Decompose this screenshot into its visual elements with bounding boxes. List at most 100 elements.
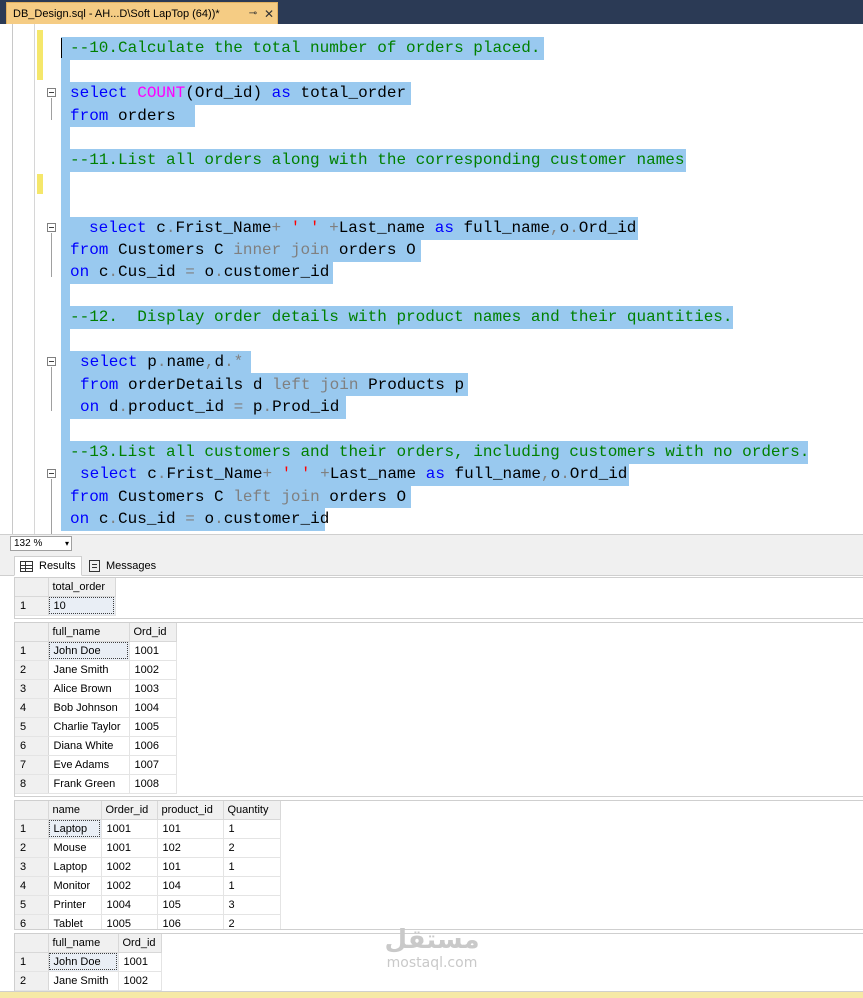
grid-cell[interactable]: 1003: [129, 679, 177, 699]
grid-cell[interactable]: 1001: [101, 838, 158, 858]
grid-cell[interactable]: John Doe: [48, 952, 119, 972]
grid-cell[interactable]: 1002: [101, 857, 158, 877]
table-row[interactable]: 2 Jane Smith 1002: [15, 971, 162, 991]
column-header[interactable]: name: [48, 801, 102, 820]
grid-cell[interactable]: 1005: [129, 717, 177, 737]
table-row[interactable]: 7 Eve Adams 1007: [15, 755, 177, 775]
grid-cell[interactable]: Alice Brown: [48, 679, 130, 699]
row-number-header[interactable]: [15, 623, 49, 642]
row-number[interactable]: 3: [15, 679, 49, 699]
grid-cell[interactable]: 1: [223, 819, 281, 839]
document-tab[interactable]: DB_Design.sql - AH...D\Soft LapTop (64))…: [6, 2, 278, 24]
grid-cell[interactable]: 102: [157, 838, 224, 858]
grid-cell[interactable]: Charlie Taylor: [48, 717, 130, 737]
tab-messages[interactable]: Messages: [84, 556, 162, 576]
collapse-icon[interactable]: [47, 223, 56, 232]
row-number[interactable]: 1: [15, 596, 49, 616]
grid-cell[interactable]: 1004: [101, 895, 158, 915]
result-grid-2[interactable]: full_name Ord_id 1 John Doe 1001 2 Jane Smith 1…: [14, 622, 863, 797]
grid-cell[interactable]: Bob Johnson: [48, 698, 130, 718]
row-number[interactable]: 4: [15, 876, 49, 896]
grid-cell[interactable]: Frank Green: [48, 774, 130, 794]
grid-cell[interactable]: 1001: [118, 952, 162, 972]
grid-cell[interactable]: Diana White: [48, 736, 130, 756]
grid-cell[interactable]: Laptop: [48, 857, 102, 877]
column-header[interactable]: Ord_id: [118, 934, 162, 953]
table-row[interactable]: 5 Charlie Taylor 1005: [15, 717, 177, 737]
row-number[interactable]: 2: [15, 660, 49, 680]
grid-cell[interactable]: 1008: [129, 774, 177, 794]
column-header[interactable]: Order_id: [101, 801, 158, 820]
grid-cell[interactable]: 105: [157, 895, 224, 915]
grid-cell[interactable]: 1001: [129, 641, 177, 661]
row-number-header[interactable]: [15, 578, 49, 597]
row-number[interactable]: 3: [15, 857, 49, 877]
row-number[interactable]: 2: [15, 971, 49, 991]
table-row[interactable]: 1 John Doe 1001: [15, 952, 162, 972]
result-grid-3[interactable]: name Order_id product_id Quantity 1 Laptop 100…: [14, 800, 863, 930]
table-row[interactable]: 1 John Doe 1001: [15, 641, 177, 661]
row-number[interactable]: 1: [15, 641, 49, 661]
column-header[interactable]: full_name: [48, 934, 119, 953]
column-header[interactable]: total_order: [48, 578, 116, 597]
grid-cell[interactable]: John Doe: [48, 641, 130, 661]
column-header[interactable]: Ord_id: [129, 623, 177, 642]
row-number-header[interactable]: [15, 801, 49, 820]
grid-cell[interactable]: 1: [223, 876, 281, 896]
column-header[interactable]: full_name: [48, 623, 130, 642]
row-number[interactable]: 5: [15, 717, 49, 737]
grid-cell[interactable]: Jane Smith: [48, 660, 130, 680]
collapse-icon[interactable]: [47, 469, 56, 478]
grid-cell[interactable]: 1005: [101, 914, 158, 929]
grid-cell[interactable]: 1002: [101, 876, 158, 896]
row-number[interactable]: 7: [15, 755, 49, 775]
row-number[interactable]: 5: [15, 895, 49, 915]
grid-cell[interactable]: Monitor: [48, 876, 102, 896]
tab-results[interactable]: Results: [14, 556, 82, 576]
table-row[interactable]: 4 Monitor 1002 104 1: [15, 876, 281, 896]
row-number[interactable]: 6: [15, 736, 49, 756]
grid-cell[interactable]: 1006: [129, 736, 177, 756]
grid-cell[interactable]: 10: [48, 596, 116, 616]
column-header[interactable]: product_id: [157, 801, 224, 820]
pin-icon[interactable]: ⊸: [245, 8, 261, 19]
table-row[interactable]: 5 Printer 1004 105 3: [15, 895, 281, 915]
table-row[interactable]: 1 Laptop 1001 101 1: [15, 819, 281, 839]
grid-cell[interactable]: 2: [223, 914, 281, 929]
grid-cell[interactable]: 1: [223, 857, 281, 877]
table-row[interactable]: 6 Diana White 1006: [15, 736, 177, 756]
grid-cell[interactable]: 2: [223, 838, 281, 858]
grid-cell[interactable]: 1004: [129, 698, 177, 718]
row-number[interactable]: 1: [15, 952, 49, 972]
table-row[interactable]: 6 Tablet 1005 106 2: [15, 914, 281, 929]
grid-cell[interactable]: 104: [157, 876, 224, 896]
chevron-down-icon[interactable]: ▾: [65, 537, 69, 550]
grid-cell[interactable]: Printer: [48, 895, 102, 915]
row-number[interactable]: 1: [15, 819, 49, 839]
table-row[interactable]: 1 10: [15, 596, 116, 616]
collapse-icon[interactable]: [47, 88, 56, 97]
grid-cell[interactable]: 3: [223, 895, 281, 915]
grid-cell[interactable]: 1002: [118, 971, 162, 991]
grid-cell[interactable]: Jane Smith: [48, 971, 119, 991]
grid-cell[interactable]: Eve Adams: [48, 755, 130, 775]
column-header[interactable]: Quantity: [223, 801, 281, 820]
query-editor[interactable]: --10.Calculate the total number of order…: [0, 24, 863, 534]
grid-cell[interactable]: Mouse: [48, 838, 102, 858]
table-row[interactable]: 3 Laptop 1002 101 1: [15, 857, 281, 877]
grid-cell[interactable]: Laptop: [48, 819, 102, 839]
grid-cell[interactable]: 1002: [129, 660, 177, 680]
zoom-select[interactable]: 132 % ▾: [10, 536, 72, 551]
close-icon[interactable]: ✕: [261, 7, 277, 21]
row-number[interactable]: 2: [15, 838, 49, 858]
row-number-header[interactable]: [15, 934, 49, 953]
grid-cell[interactable]: 101: [157, 857, 224, 877]
grid-cell[interactable]: 1007: [129, 755, 177, 775]
table-row[interactable]: 4 Bob Johnson 1004: [15, 698, 177, 718]
table-row[interactable]: 2 Jane Smith 1002: [15, 660, 177, 680]
row-number[interactable]: 8: [15, 774, 49, 794]
row-number[interactable]: 4: [15, 698, 49, 718]
table-row[interactable]: 3 Alice Brown 1003: [15, 679, 177, 699]
grid-cell[interactable]: 106: [157, 914, 224, 929]
row-number[interactable]: 6: [15, 914, 49, 929]
